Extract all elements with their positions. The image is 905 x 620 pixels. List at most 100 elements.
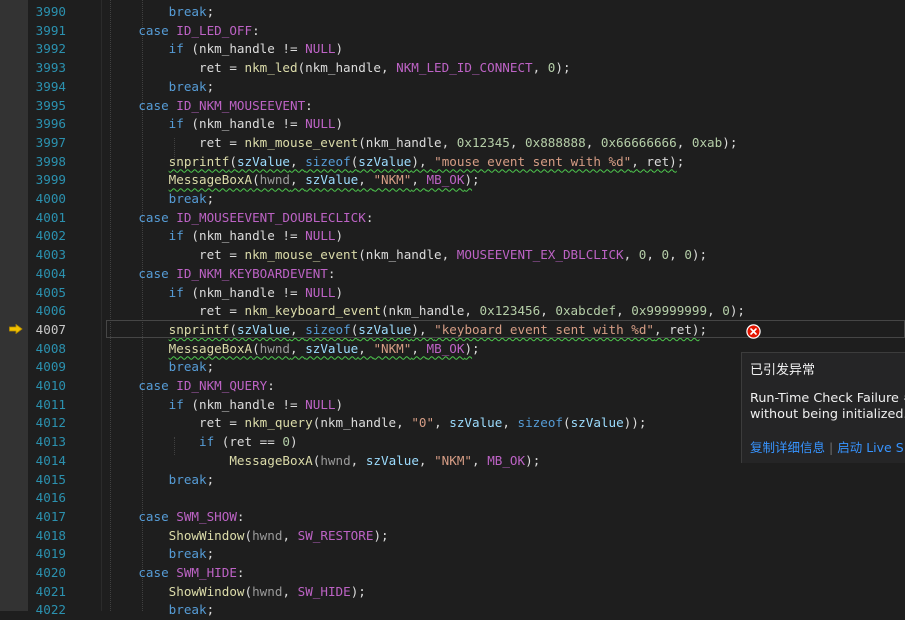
code-token: , [502, 415, 518, 431]
code-line[interactable]: 4016 [0, 489, 905, 508]
code-line[interactable]: 4020 case SWM_HIDE: [0, 564, 905, 583]
code-token: ); [691, 247, 708, 263]
code-text: if (nkm_handle != NULL) [108, 115, 343, 134]
code-token: ); [525, 452, 541, 468]
code-line[interactable]: 4003 ret = nkm_mouse_event(nkm_handle, M… [0, 246, 905, 265]
code-line[interactable]: 3996 if (nkm_handle != NULL) [0, 115, 905, 134]
code-token: nkm_keyboard_event [244, 303, 381, 319]
code-token: break [108, 359, 207, 375]
code-line[interactable]: 3997 ret = nkm_mouse_event(nkm_handle, 0… [0, 134, 905, 153]
code-token: ID_LED_OFF [176, 22, 253, 38]
code-token: 0 [722, 303, 730, 319]
code-token: ) [335, 41, 344, 57]
code-line[interactable]: 3993 ret = nkm_led(nkm_handle, NKM_LED_I… [0, 59, 905, 78]
code-line[interactable]: 4004 case ID_NKM_KEYBOARDEVENT: [0, 265, 905, 284]
code-token: (nkm_handle, [312, 415, 412, 431]
code-token: ; [206, 191, 215, 206]
code-line[interactable]: 3994 break; [0, 78, 905, 97]
code-token: ID_NKM_MOUSEEVENT [176, 97, 306, 113]
code-token: ID_NKM_KEYBOARDEVENT [176, 265, 328, 281]
code-token: szValue [305, 172, 359, 188]
code-text: break; [108, 3, 215, 22]
code-token: , [358, 172, 374, 188]
code-token: )); [623, 415, 647, 431]
code-token: ( [252, 172, 260, 188]
exception-links: 复制详细信息 | 启动 Live S [750, 437, 904, 456]
code-line[interactable]: 3998 snprintf(szValue, sizeof(szValue), … [0, 153, 905, 172]
current-statement-arrow-icon [9, 324, 23, 334]
code-text: case SWM_SHOW: [108, 508, 244, 527]
start-live-share-link[interactable]: 启动 Live S [837, 440, 903, 455]
line-number: 4021 [35, 583, 66, 599]
code-token: SW_HIDE [297, 583, 351, 599]
code-line[interactable]: 4002 if (nkm_handle != NULL) [0, 227, 905, 246]
code-token: , [411, 340, 427, 356]
code-line[interactable]: 4021 ShowWindow(hwnd, SW_HIDE); [0, 583, 905, 602]
current-line-highlight [106, 320, 905, 338]
code-line[interactable]: 4018 ShowWindow(hwnd, SW_RESTORE); [0, 527, 905, 546]
line-number: 4007 [35, 321, 66, 337]
code-line[interactable]: 4015 break; [0, 471, 905, 490]
code-line[interactable]: 3990 break; [0, 3, 905, 22]
code-token: ) [335, 116, 344, 132]
code-text: MessageBoxA(hwnd, szValue, "NKM", MB_OK)… [108, 340, 480, 359]
code-token: 0xabcdef [555, 303, 617, 319]
exception-popup: 已引发异常 Run-Time Check Failure # without b… [741, 352, 905, 463]
code-line[interactable]: 3999 MessageBoxA(hwnd, szValue, "NKM", M… [0, 171, 905, 190]
code-line[interactable]: 4019 break; [0, 545, 905, 564]
code-token: ShowWindow [168, 527, 245, 543]
exception-error-icon[interactable] [746, 324, 761, 339]
code-token: if [108, 396, 184, 412]
code-text: ret = nkm_mouse_event(nkm_handle, 0x1234… [108, 134, 737, 153]
code-token: ret = [108, 134, 245, 150]
code-token: ; [206, 359, 215, 375]
code-token: case [108, 508, 177, 524]
code-token: break [108, 191, 207, 206]
line-number: 4018 [35, 527, 66, 543]
code-token: , [472, 452, 488, 468]
exception-title: 已引发异常 [750, 363, 816, 378]
code-token: ( [229, 153, 237, 169]
code-token: , [669, 247, 685, 263]
code-token: , [707, 303, 723, 319]
code-line[interactable]: 3992 if (nkm_handle != NULL) [0, 40, 905, 59]
code-text: case ID_NKM_QUERY: [108, 377, 275, 396]
code-line[interactable]: 3995 case ID_NKM_MOUSEEVENT: [0, 97, 905, 116]
code-token: , [616, 303, 632, 319]
code-token: if [108, 41, 184, 57]
code-line[interactable]: 3991 case ID_LED_OFF: [0, 22, 905, 41]
code-token: MB_OK [487, 452, 526, 468]
code-token: ( [252, 340, 260, 356]
code-token: ID_MOUSEEVENT_DOUBLECLICK [176, 209, 366, 225]
code-token: ; [206, 471, 215, 487]
code-line[interactable]: 4001 case ID_MOUSEEVENT_DOUBLECLICK: [0, 209, 905, 228]
code-line[interactable]: 4000 break; [0, 190, 905, 209]
code-token: ); [555, 60, 571, 76]
code-token: case [108, 209, 177, 225]
code-token: ID_NKM_QUERY [176, 378, 268, 393]
code-line[interactable]: 4006 ret = nkm_keyboard_event(nkm_handle… [0, 302, 905, 321]
code-token: (nkm_handle != [183, 284, 306, 300]
code-line[interactable]: 4005 if (nkm_handle != NULL) [0, 284, 905, 303]
code-editor[interactable]: 3990 break; 3991 case ID_LED_OFF: 3992 if … [0, 0, 905, 617]
code-token: , [418, 452, 435, 468]
code-token: 0x888888 [525, 134, 586, 150]
copy-details-link[interactable]: 复制详细信息 [750, 440, 825, 455]
code-token: nkm_led [244, 60, 298, 76]
code-token: "NKM" [373, 172, 412, 188]
code-token: 0x66666666 [600, 134, 677, 150]
code-text: break; [108, 190, 215, 209]
code-line[interactable]: 4017 case SWM_SHOW: [0, 508, 905, 527]
line-number: 4017 [35, 508, 66, 524]
code-token: nkm_mouse_event [244, 247, 359, 263]
code-token: ) [335, 284, 344, 300]
code-token: SWM_HIDE [176, 565, 237, 580]
code-token: : [252, 22, 260, 38]
code-token: case [108, 565, 177, 580]
code-token: ( [244, 583, 253, 599]
code-token: , [411, 172, 427, 188]
line-number: 4003 [35, 247, 66, 263]
